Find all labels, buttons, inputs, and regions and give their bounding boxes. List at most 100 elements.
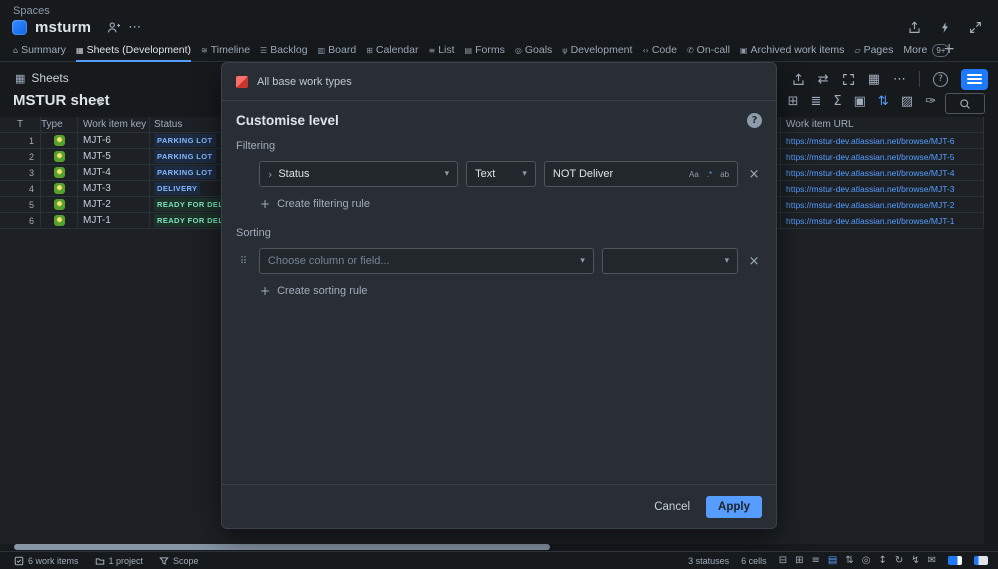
expand-rows-icon[interactable]: ⊞: [795, 555, 803, 566]
row-density-icon[interactable]: ≡: [811, 555, 819, 566]
row-number[interactable]: 2: [0, 149, 41, 164]
tab-archived-work-items[interactable]: ▣Archived work items: [740, 40, 845, 62]
row-number[interactable]: 6: [0, 213, 41, 228]
target-icon[interactable]: ◎: [862, 555, 871, 566]
tab-list[interactable]: ≡List: [429, 40, 455, 62]
mail-icon[interactable]: ✉: [928, 555, 936, 566]
swap-icon[interactable]: ⇄: [818, 73, 829, 86]
refresh-icon[interactable]: ↻: [895, 555, 903, 566]
tab-timeline[interactable]: ≋Timeline: [201, 40, 250, 62]
work-type-cell[interactable]: [41, 197, 78, 212]
flash-icon[interactable]: ↯: [911, 555, 919, 566]
tab-code[interactable]: ‹›Code: [642, 40, 677, 62]
filter-operator-select[interactable]: Text ▾: [466, 161, 536, 187]
left-panel-toggle[interactable]: [948, 556, 962, 565]
numbered-list-icon[interactable]: ≣: [810, 95, 821, 108]
drag-handle-icon[interactable]: ⠿: [236, 256, 251, 267]
sort-direction-select[interactable]: ▾: [602, 248, 738, 274]
tab-on-call[interactable]: ✆On-call: [687, 40, 730, 62]
work-type-cell[interactable]: [41, 133, 78, 148]
work-item-key-cell[interactable]: MJT-1: [78, 213, 150, 228]
work-type-cell[interactable]: [41, 165, 78, 180]
row-number[interactable]: 1: [0, 133, 41, 148]
sort-column-select[interactable]: Choose column or field... ▾: [259, 248, 594, 274]
tab-forms[interactable]: ▤Forms: [465, 40, 505, 62]
work-item-key-cell[interactable]: MJT-4: [78, 165, 150, 180]
tab-calendar[interactable]: ⊞Calendar: [366, 40, 418, 62]
sheets-selector-button[interactable]: ▦ Sheets: [10, 69, 74, 87]
tab-pages[interactable]: ▱Pages: [854, 40, 893, 62]
url-link[interactable]: https://mstur-dev.atlassian.net/browse/M…: [786, 152, 955, 162]
tab-goals[interactable]: ◎Goals: [515, 40, 552, 62]
sheets-logo[interactable]: [961, 69, 988, 90]
work-type-cell[interactable]: [41, 181, 78, 196]
row-number[interactable]: 3: [0, 165, 41, 180]
sort-rows-icon[interactable]: ⇅: [845, 555, 853, 566]
fill-color-icon[interactable]: ▨: [901, 95, 913, 108]
resize-icon[interactable]: ↕: [878, 555, 886, 566]
tab-sheets-development[interactable]: ▦Sheets (Development): [76, 40, 191, 62]
sort-filter-icon[interactable]: ⇅: [878, 95, 889, 108]
regex-icon[interactable]: .*: [705, 169, 714, 180]
work-item-url-cell[interactable]: https://mstur-dev.atlassian.net/browse/M…: [781, 133, 984, 148]
work-types-selector[interactable]: All base work types: [222, 63, 776, 101]
sheet-filter-icon[interactable]: [93, 96, 106, 109]
more-actions-icon[interactable]: ⋯: [893, 73, 906, 86]
search-button[interactable]: [945, 93, 985, 114]
url-link[interactable]: https://mstur-dev.atlassian.net/browse/M…: [786, 216, 955, 226]
filter-field-select[interactable]: › Status ▾: [259, 161, 458, 187]
url-link[interactable]: https://mstur-dev.atlassian.net/browse/M…: [786, 184, 955, 194]
work-items-count[interactable]: 6 work items: [14, 556, 79, 566]
checkbox-column-icon[interactable]: ▣: [854, 95, 866, 108]
merge-cells-icon[interactable]: ⊞: [788, 95, 799, 108]
tab-development[interactable]: ψDevelopment: [562, 40, 632, 62]
work-type-cell[interactable]: [41, 213, 78, 228]
right-panel-toggle[interactable]: [974, 556, 988, 565]
create-sorting-rule-button[interactable]: + Create sorting rule: [260, 284, 762, 298]
share-icon[interactable]: [908, 21, 921, 34]
automation-icon[interactable]: [939, 21, 951, 34]
url-link[interactable]: https://mstur-dev.atlassian.net/browse/M…: [786, 136, 955, 146]
remove-filter-button[interactable]: ×: [746, 167, 762, 182]
url-link[interactable]: https://mstur-dev.atlassian.net/browse/M…: [786, 200, 955, 210]
add-tab-button[interactable]: +: [943, 42, 955, 56]
url-link[interactable]: https://mstur-dev.atlassian.net/browse/M…: [786, 168, 955, 178]
format-painter-icon[interactable]: ✑: [925, 95, 936, 108]
help-icon[interactable]: ?: [933, 72, 948, 87]
expand-icon[interactable]: [969, 21, 982, 34]
whole-word-icon[interactable]: ab: [718, 169, 731, 180]
apply-button[interactable]: Apply: [706, 496, 762, 518]
columns-icon[interactable]: ▦: [868, 73, 880, 86]
work-item-url-cell[interactable]: https://mstur-dev.atlassian.net/browse/M…: [781, 149, 984, 164]
tab-board[interactable]: ▥Board: [318, 40, 357, 62]
work-item-key-cell[interactable]: MJT-5: [78, 149, 150, 164]
tab-summary[interactable]: ⌂Summary: [13, 40, 66, 62]
horizontal-scrollbar[interactable]: [14, 544, 550, 550]
work-item-url-cell[interactable]: https://mstur-dev.atlassian.net/browse/M…: [781, 165, 984, 180]
work-item-key-cell[interactable]: MJT-2: [78, 197, 150, 212]
breadcrumb[interactable]: Spaces: [13, 5, 50, 17]
row-number[interactable]: 5: [0, 197, 41, 212]
dialog-help-icon[interactable]: ?: [747, 113, 762, 128]
sum-icon[interactable]: Σ: [833, 95, 841, 108]
project-more-button[interactable]: ⋯: [128, 21, 141, 34]
work-item-key-cell[interactable]: MJT-6: [78, 133, 150, 148]
corner-header[interactable]: T: [0, 117, 41, 132]
invite-people-button[interactable]: [107, 21, 120, 34]
type-column-header[interactable]: Type: [41, 117, 78, 132]
export-icon[interactable]: [792, 73, 805, 86]
fullscreen-icon[interactable]: [842, 73, 855, 86]
filter-value-input[interactable]: NOT Deliver Aa .* ab: [544, 161, 738, 187]
collapse-rows-icon[interactable]: ⊟: [779, 555, 787, 566]
work-item-url-cell[interactable]: https://mstur-dev.atlassian.net/browse/M…: [781, 181, 984, 196]
cancel-button[interactable]: Cancel: [644, 496, 700, 518]
key-column-header[interactable]: Work item key: [78, 117, 150, 132]
row-number[interactable]: 4: [0, 181, 41, 196]
work-item-url-cell[interactable]: https://mstur-dev.atlassian.net/browse/M…: [781, 213, 984, 228]
work-item-url-cell[interactable]: https://mstur-dev.atlassian.net/browse/M…: [781, 197, 984, 212]
project-count[interactable]: 1 project: [95, 556, 144, 566]
url-column-header[interactable]: Work item URL: [781, 117, 984, 132]
scope-toggle[interactable]: Scope: [159, 556, 199, 566]
create-filtering-rule-button[interactable]: + Create filtering rule: [260, 197, 762, 211]
work-type-cell[interactable]: [41, 149, 78, 164]
